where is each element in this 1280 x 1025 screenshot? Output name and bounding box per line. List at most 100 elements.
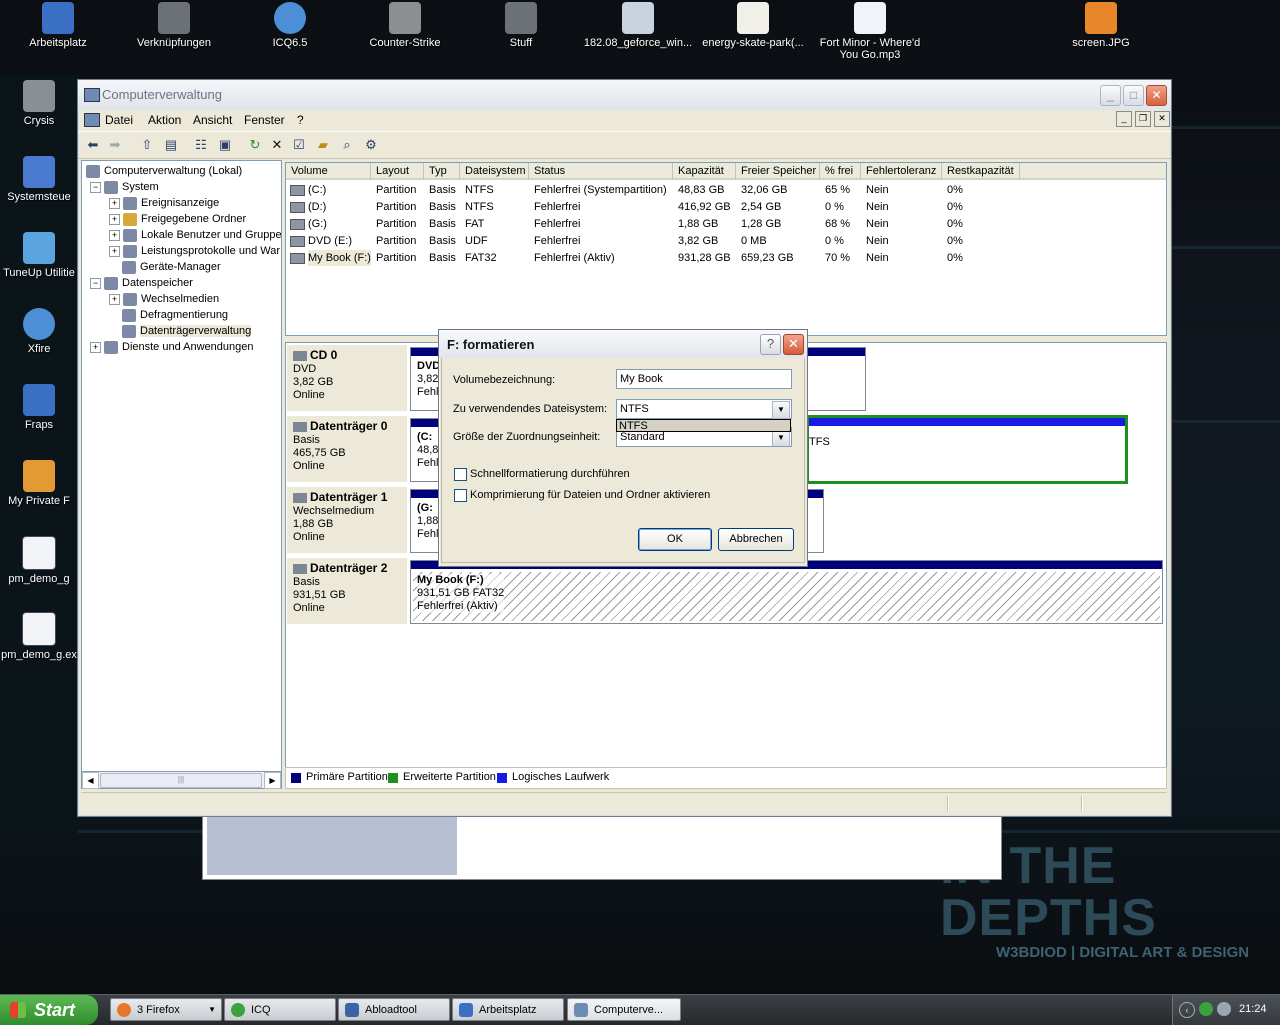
desktop-icon-verknuepfungen[interactable]: Verknüpfungen (124, 2, 224, 49)
tree-item-datenspeicher[interactable]: − Datenspeicher (90, 275, 193, 291)
desktop-icon-geforce[interactable]: 182.08_geforce_win... (583, 2, 693, 49)
taskbar-item-computerverwaltung[interactable]: Computerve... (567, 998, 681, 1021)
taskbar-item-firefox[interactable]: 3 Firefox ▼ (110, 998, 222, 1021)
desktop-icon-icq[interactable]: ICQ6.5 (240, 2, 340, 49)
desktop-icon-crysis[interactable]: Crysis (0, 80, 78, 127)
volume-cell[interactable]: 32,06 GB (741, 182, 787, 198)
tree-item-leistungsprotokolle[interactable]: + Leistungsprotokolle und War (109, 243, 280, 259)
volume-cell[interactable]: Partition (376, 182, 416, 198)
mdi-close-button[interactable]: ✕ (1154, 111, 1170, 127)
quick-format-checkbox[interactable] (454, 468, 467, 481)
volume-cell[interactable]: 1,88 GB (678, 216, 718, 232)
volume-cell[interactable]: 0 MB (741, 233, 767, 249)
col-header-volume[interactable]: Volume (286, 163, 371, 180)
open-folder-icon[interactable]: ▰ (314, 136, 332, 154)
desktop-icon-pm-demo[interactable]: pm_demo_g (0, 536, 78, 585)
col-header-kapazitaet[interactable]: Kapazität (673, 163, 736, 180)
settings-icon[interactable]: ⚙ (362, 136, 380, 154)
maximize-button[interactable]: □ (1123, 85, 1144, 106)
mmc-icon[interactable] (84, 113, 100, 127)
volume-cell[interactable]: 0% (947, 233, 963, 249)
expand-icon[interactable]: + (109, 293, 120, 305)
volume-cell[interactable]: 0% (947, 182, 963, 198)
extended-partition-d[interactable]: TFS (806, 415, 1128, 484)
checklist-icon[interactable]: ☑ (290, 136, 308, 154)
mdi-minimize-button[interactable]: _ (1116, 111, 1132, 127)
tree-item-datentraegerverwaltung[interactable]: Datenträgerverwaltung (122, 323, 252, 339)
tree-horizontal-scrollbar[interactable]: ◀ ||| ▶ (81, 771, 282, 789)
file-system-select[interactable]: NTFS ▼ (616, 399, 792, 419)
volume-name-cell[interactable]: DVD (E:) (308, 233, 352, 249)
refresh-icon[interactable]: ↻ (246, 136, 264, 154)
volume-cell[interactable]: Nein (866, 233, 889, 249)
desktop-icon-pm-demo-exe[interactable]: pm_demo_g.ex (0, 612, 78, 661)
volume-cell[interactable]: 48,83 GB (678, 182, 724, 198)
delete-icon[interactable]: ✕ (268, 136, 286, 154)
volume-name-cell[interactable]: (G:) (308, 216, 327, 232)
volume-cell[interactable]: Nein (866, 250, 889, 266)
show-tree-icon[interactable]: ▤ (162, 136, 180, 154)
help-icon[interactable]: ▣ (216, 136, 234, 154)
volume-cell[interactable]: UDF (465, 233, 488, 249)
volume-cell[interactable]: 0% (947, 216, 963, 232)
tree-item-computerverwaltung[interactable]: Computerverwaltung (Lokal) (86, 163, 242, 179)
up-folder-icon[interactable]: ⇧ (138, 136, 156, 154)
desktop-icon-xfire[interactable]: Xfire (0, 308, 78, 355)
volume-cell[interactable]: FAT32 (465, 250, 497, 266)
volume-cell[interactable]: Fehlerfrei (534, 233, 580, 249)
desktop-icon-fraps[interactable]: Fraps (0, 384, 78, 431)
volume-cell[interactable]: 2,54 GB (741, 199, 781, 215)
volume-cell[interactable]: Fehlerfrei (Aktiv) (534, 250, 615, 266)
col-header-status[interactable]: Status (529, 163, 673, 180)
col-header-prozent-frei[interactable]: % frei (820, 163, 861, 180)
volume-cell[interactable]: NTFS (465, 182, 494, 198)
desktop-icon-energy-skate-park[interactable]: energy-skate-park(... (698, 2, 808, 49)
tree-item-wechselmedien[interactable]: + Wechselmedien (109, 291, 219, 307)
scroll-left-icon[interactable]: ◀ (82, 772, 99, 789)
volume-name-cell[interactable]: (C:) (308, 182, 326, 198)
tree-item-defragmentierung[interactable]: Defragmentierung (122, 307, 228, 323)
volume-cell[interactable]: Basis (429, 199, 456, 215)
volume-cell[interactable]: Basis (429, 233, 456, 249)
taskbar-item-icq[interactable]: ICQ (224, 998, 336, 1021)
volume-cell[interactable]: Partition (376, 199, 416, 215)
volume-cell[interactable]: Fehlerfrei (534, 199, 580, 215)
title-bar[interactable]: Computerverwaltung _ □ ✕ (78, 80, 1171, 110)
taskbar-item-abloadtool[interactable]: Abloadtool (338, 998, 450, 1021)
volume-name-cell[interactable]: (D:) (308, 199, 326, 215)
desktop-icon-stuff[interactable]: Stuff (471, 2, 571, 49)
desktop-icon-tuneup[interactable]: TuneUp Utilitie (0, 232, 78, 279)
mdi-restore-button[interactable]: ❐ (1135, 111, 1151, 127)
expand-icon[interactable]: + (109, 229, 120, 241)
col-header-dateisystem[interactable]: Dateisystem (460, 163, 529, 180)
tree-item-system[interactable]: − System (90, 179, 159, 195)
partition-my-book-f[interactable]: My Book (F:) 931,51 GB FAT32 Fehlerfrei (A… (410, 560, 1163, 624)
expand-icon[interactable]: + (90, 341, 101, 353)
search-icon[interactable]: ⌕ (338, 136, 356, 154)
scroll-right-icon[interactable]: ▶ (264, 772, 281, 789)
tree-item-ereignisanzeige[interactable]: + Ereignisanzeige (109, 195, 219, 211)
col-header-fehlertoleranz[interactable]: Fehlertoleranz (861, 163, 942, 180)
volume-cell[interactable]: 931,28 GB (678, 250, 731, 266)
menu-help[interactable]: ? (297, 113, 304, 127)
menu-ansicht[interactable]: Ansicht (193, 113, 232, 127)
volume-cell[interactable]: 3,82 GB (678, 233, 718, 249)
file-system-dropdown-option-ntfs[interactable]: NTFS (616, 419, 791, 432)
volume-cell[interactable]: NTFS (465, 199, 494, 215)
ok-button[interactable]: OK (638, 528, 712, 551)
scrollbar-thumb[interactable]: ||| (100, 773, 262, 788)
properties-icon[interactable]: ☷ (192, 136, 210, 154)
volume-cell[interactable]: 0% (947, 250, 963, 266)
dialog-close-button[interactable]: ✕ (783, 334, 804, 355)
expand-icon[interactable]: + (109, 213, 120, 225)
volume-cell[interactable]: 0 % (825, 199, 844, 215)
volume-cell[interactable]: Basis (429, 216, 456, 232)
volume-cell[interactable]: Fehlerfrei (534, 216, 580, 232)
dialog-title-bar[interactable]: F: formatieren ? ✕ (439, 330, 807, 358)
tray-icq-icon[interactable] (1199, 1002, 1213, 1016)
volume-cell[interactable]: 416,92 GB (678, 199, 731, 215)
disk-label-datentraeger-2[interactable]: Datenträger 2 Basis 931,51 GB Online (287, 558, 407, 624)
expand-icon[interactable]: + (109, 245, 120, 257)
disk-label-datentraeger-0[interactable]: Datenträger 0 Basis 465,75 GB Online (287, 416, 407, 482)
compression-label[interactable]: Komprimierung für Dateien und Ordner akt… (470, 489, 710, 501)
